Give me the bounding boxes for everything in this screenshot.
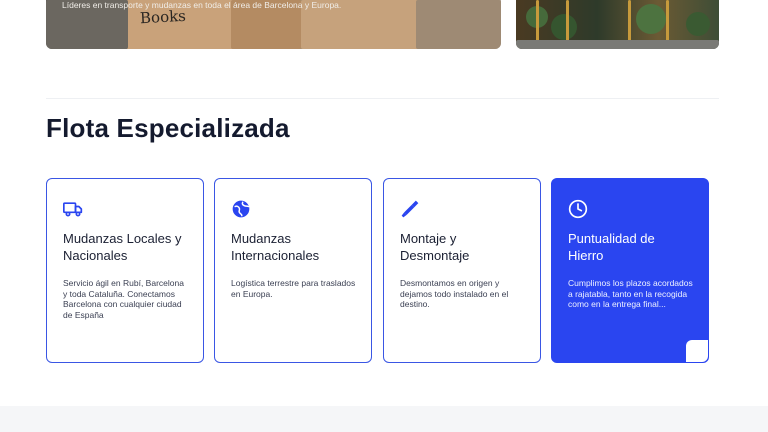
- section-title: Flota Especializada: [46, 113, 290, 143]
- cardboard-box: [416, 0, 501, 49]
- card-title: Puntualidad de Hierro: [568, 231, 655, 263]
- plant-leaf: [551, 14, 577, 40]
- section-divider: [46, 98, 719, 99]
- hero-image-moving-boxes: Books Líderes en transporte y mudanzas e…: [46, 0, 501, 49]
- truck-icon: [63, 202, 83, 217]
- card-description: Desmontamos en origen y dejamos todo ins…: [400, 278, 509, 309]
- card-title: Montaje y Desmontaje: [400, 231, 470, 263]
- service-card-international-moves[interactable]: Mudanzas Internacionales Logística terre…: [214, 178, 372, 363]
- card-title: Mudanzas Locales y Nacionales: [63, 231, 182, 263]
- card-corner-notch: [686, 340, 708, 362]
- plant-leaf: [686, 12, 710, 36]
- service-card-assembly[interactable]: Montaje y Desmontaje Desmontamos en orig…: [383, 178, 541, 363]
- card-title: Mudanzas Internacionales: [231, 231, 320, 263]
- card-description: Logística terrestre para traslados en Eu…: [231, 278, 356, 299]
- clock-icon: [568, 199, 588, 219]
- service-card-local-moves[interactable]: Mudanzas Locales y Nacionales Servicio á…: [46, 178, 204, 363]
- floor: [516, 40, 719, 49]
- plant-leaf: [636, 4, 666, 34]
- service-card-punctuality[interactable]: Puntualidad de Hierro Cumplimos los plaz…: [551, 178, 709, 363]
- card-description: Servicio ágil en Rubí, Barcelona y toda …: [63, 278, 184, 320]
- screwdriver-icon: [401, 200, 419, 218]
- card-description: Cumplimos los plazos acordados a rajatab…: [568, 278, 693, 309]
- hero-image-furniture: [516, 0, 719, 49]
- globe-icon: [232, 200, 250, 218]
- hero-caption: Líderes en transporte y mudanzas en toda…: [62, 0, 342, 10]
- next-section-band: [0, 406, 768, 432]
